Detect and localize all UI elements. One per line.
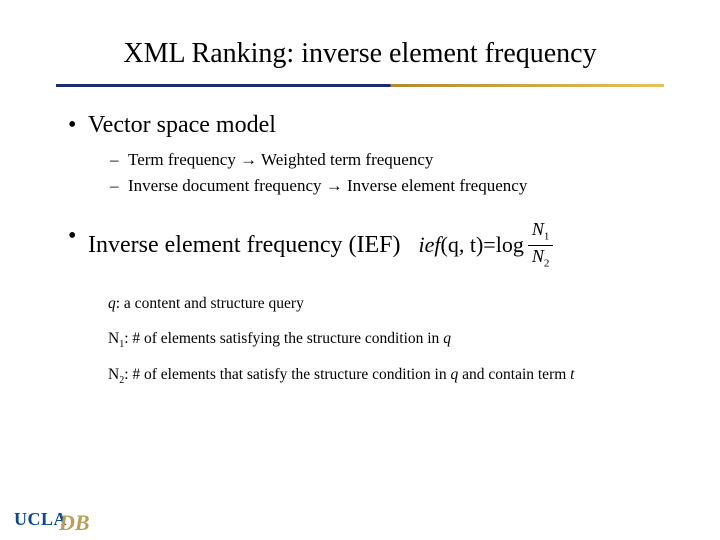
def-n2-text-c: and contain term <box>458 366 570 383</box>
den-base: N <box>532 246 544 266</box>
title-underline <box>56 84 664 87</box>
formula-log: log <box>496 230 524 260</box>
formula-eq: = <box>483 230 495 260</box>
bullet-label: Inverse element frequency (IEF) <box>88 229 401 261</box>
bullet-ief: Inverse element frequency (IEF) ief(q, t… <box>68 220 660 269</box>
def-n1-var: N <box>108 330 119 347</box>
definitions: q: a content and structure query N1: # o… <box>60 294 660 388</box>
def-n2: N2: # of elements that satisfy the struc… <box>108 365 660 388</box>
den-sub: 2 <box>544 257 550 269</box>
sub-bullet-list: Term frequency → Weighted term frequency… <box>88 147 660 198</box>
def-n2-text-a: : # of elements that satisfy the structu… <box>124 366 450 383</box>
logo-db: DB <box>59 510 90 536</box>
bullet-vector-space: Vector space model Term frequency → Weig… <box>68 109 660 198</box>
slide-title: XML Ranking: inverse element frequency <box>60 38 660 70</box>
formula-func: ief <box>419 230 441 260</box>
logo: UCLA DB <box>14 509 90 530</box>
bullet-list: Vector space model Term frequency → Weig… <box>60 109 660 270</box>
ief-row: Inverse element frequency (IEF) ief(q, t… <box>88 220 660 269</box>
sub-bullet-idf: Inverse document frequency → Inverse ele… <box>110 173 660 199</box>
ief-formula: ief(q, t) = log N1 N2 <box>419 220 554 269</box>
def-n2-t: t <box>570 366 574 383</box>
bullet-label: Vector space model <box>88 112 276 138</box>
sub-bullet-tf: Term frequency → Weighted term frequency <box>110 147 660 173</box>
slide: XML Ranking: inverse element frequency V… <box>0 0 720 388</box>
def-q-var: q <box>108 295 116 312</box>
num-base: N <box>532 219 544 239</box>
def-n1: N1: # of elements satisfying the structu… <box>108 329 660 352</box>
def-q-text: : a content and structure query <box>116 295 304 312</box>
formula-fraction: N1 N2 <box>528 220 554 269</box>
def-n1-text: : # of elements satisfying the structure… <box>124 330 443 347</box>
fraction-denominator: N2 <box>528 245 554 270</box>
num-sub: 1 <box>544 231 550 243</box>
formula-args: (q, t) <box>441 230 484 260</box>
def-n1-q: q <box>443 330 451 347</box>
def-n2-var: N <box>108 366 119 383</box>
def-q: q: a content and structure query <box>108 294 660 315</box>
fraction-numerator: N1 <box>528 220 554 244</box>
